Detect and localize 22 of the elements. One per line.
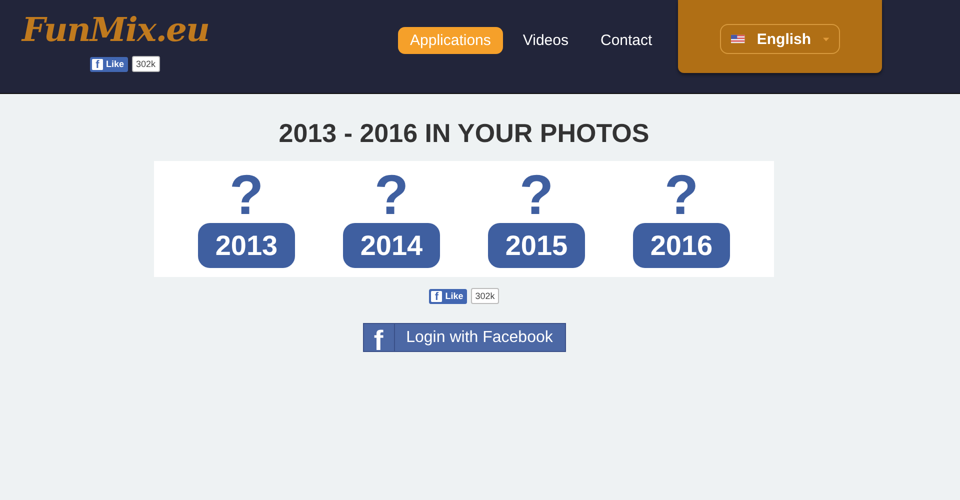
site-logo[interactable]: FunMix.eu (22, 8, 210, 52)
page-title: 2013 - 2016 IN YOUR PHOTOS (278, 118, 650, 148)
like-count: 302k (132, 56, 160, 72)
year-label: 2016 (633, 223, 730, 268)
question-mark: ? (374, 169, 409, 221)
facebook-icon: f (92, 58, 103, 70)
nav-tab[interactable]: Videos (510, 27, 580, 54)
question-mark: ? (664, 169, 699, 221)
question-mark: ? (519, 169, 554, 221)
like-button[interactable]: f Like (429, 288, 468, 304)
nav-tab[interactable]: Contact (588, 27, 664, 54)
year-label: 2015 (488, 223, 585, 268)
caret-icon (823, 36, 830, 42)
login-button[interactable]: f Login with Facebook (362, 323, 566, 352)
year-label: 2014 (343, 223, 440, 268)
language-selector[interactable]: English (720, 24, 840, 54)
like-count: 302k (471, 288, 499, 304)
flag-icon (731, 33, 745, 45)
question-mark: ? (229, 169, 264, 221)
facebook-icon: f (431, 290, 442, 302)
year-label: 2013 (198, 223, 295, 268)
like-button[interactable]: f Like (90, 56, 128, 72)
